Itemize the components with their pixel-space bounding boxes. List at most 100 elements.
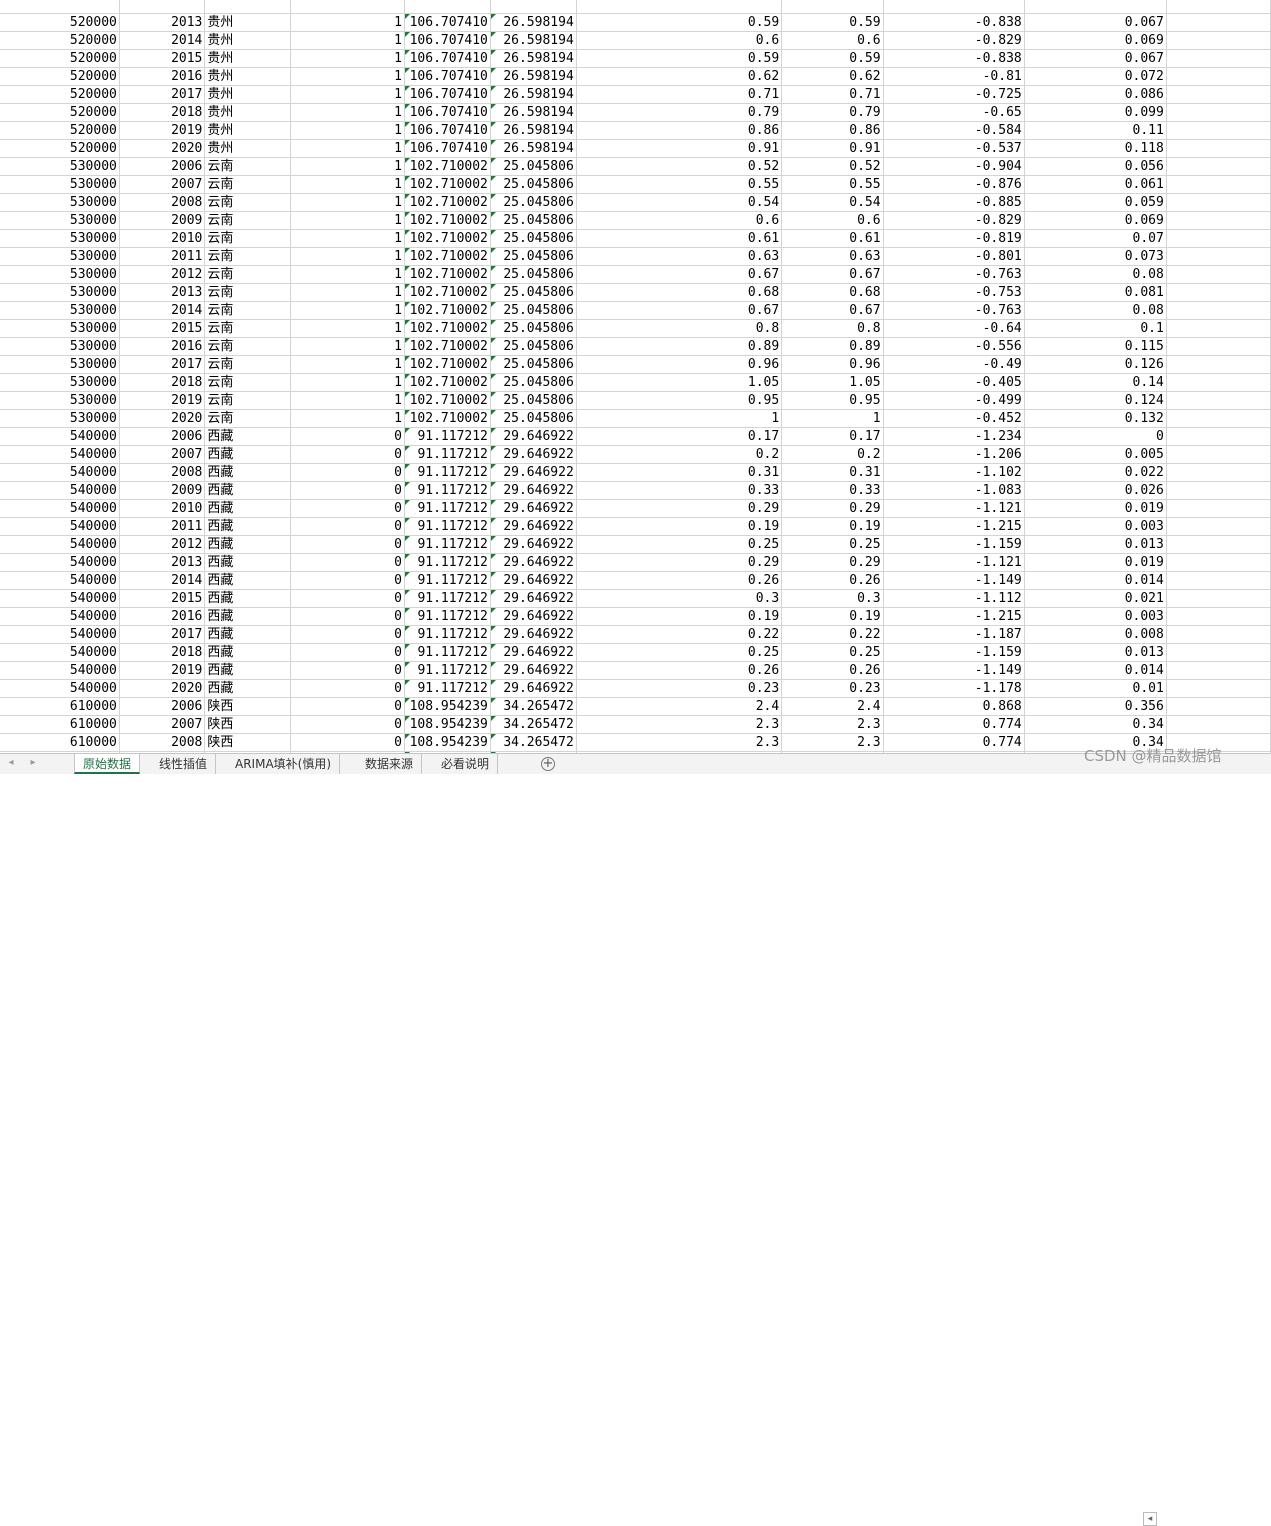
cell-v1[interactable]: 2.3 <box>576 715 783 734</box>
cell-flag[interactable]: 1 <box>290 139 405 158</box>
cell-v3[interactable]: -1.178 <box>883 679 1025 698</box>
cell-lat[interactable]: 25.045806 <box>490 229 577 248</box>
cell-v4[interactable]: 0.026 <box>1024 481 1167 500</box>
cell-v2[interactable]: 0.52 <box>781 157 884 176</box>
cell-lon[interactable]: 91.117212 <box>404 643 491 662</box>
cell-v4[interactable]: 0.118 <box>1024 139 1167 158</box>
cell-lat[interactable]: 29.646922 <box>490 607 577 626</box>
cell-lat[interactable]: 25.045806 <box>490 337 577 356</box>
cell-flag[interactable]: 0 <box>290 679 405 698</box>
cell-flag[interactable]: 1 <box>290 229 405 248</box>
cell-flag[interactable]: 1 <box>290 265 405 284</box>
cell-empty[interactable] <box>1166 625 1271 644</box>
cell-v4[interactable]: 0.061 <box>1024 175 1167 194</box>
sheet-tab-1[interactable]: 原始数据 <box>74 754 141 774</box>
cell-v3[interactable]: -0.65 <box>883 103 1025 122</box>
cell-province[interactable]: 云南 <box>204 175 291 194</box>
cell-empty[interactable] <box>1166 391 1271 410</box>
cell-empty[interactable] <box>1166 211 1271 230</box>
cell-lat[interactable]: 25.045806 <box>490 391 577 410</box>
cell-year[interactable]: 2008 <box>119 733 206 752</box>
cell-v3[interactable]: -0.81 <box>883 67 1025 86</box>
cell-v3[interactable]: -1.149 <box>883 571 1025 590</box>
add-sheet-icon[interactable]: + <box>541 757 555 771</box>
cell-code[interactable]: 520000 <box>0 139 120 158</box>
cell-empty[interactable] <box>1166 175 1271 194</box>
cell-v2[interactable]: 1.05 <box>781 373 884 392</box>
cell-year[interactable]: 2013 <box>119 553 206 572</box>
cell-province[interactable]: 西藏 <box>204 571 291 590</box>
cell-province[interactable]: 西藏 <box>204 643 291 662</box>
cell-v2[interactable]: 0.67 <box>781 265 884 284</box>
cell-lon[interactable]: 102.710002 <box>404 283 491 302</box>
cell-v2[interactable]: 0.8 <box>781 319 884 338</box>
cell-v1[interactable]: 0.52 <box>576 157 783 176</box>
cell-v3[interactable]: -0.753 <box>883 283 1025 302</box>
cell-v1[interactable]: 0.67 <box>576 301 783 320</box>
cell-lat[interactable]: 29.646922 <box>490 643 577 662</box>
cell-v4[interactable]: 0.34 <box>1024 715 1167 734</box>
cell-code[interactable]: 610000 <box>0 697 120 716</box>
cell-year[interactable]: 2020 <box>119 139 206 158</box>
cell-lat[interactable]: 29.646922 <box>490 463 577 482</box>
cell-v3[interactable]: -0.584 <box>883 121 1025 140</box>
cell-year[interactable]: 2011 <box>119 517 206 536</box>
cell-lat[interactable]: 29.646922 <box>490 553 577 572</box>
cell-province[interactable]: 云南 <box>204 301 291 320</box>
cell-code[interactable]: 530000 <box>0 265 120 284</box>
cell-year[interactable]: 2007 <box>119 445 206 464</box>
cell-lon[interactable]: 102.710002 <box>404 319 491 338</box>
cell-year[interactable]: 2016 <box>119 337 206 356</box>
sheet-tab-2[interactable]: 线性插值 <box>151 754 217 774</box>
cell-year[interactable]: 2010 <box>119 499 206 518</box>
cell-province[interactable]: 贵州 <box>204 121 291 140</box>
cell-v4[interactable]: 0.115 <box>1024 337 1167 356</box>
cell-lat[interactable]: 29.646922 <box>490 625 577 644</box>
cell-province[interactable]: 云南 <box>204 157 291 176</box>
cell-v3[interactable]: -0.819 <box>883 229 1025 248</box>
cell-v4[interactable]: 0.022 <box>1024 463 1167 482</box>
cell-lon[interactable]: 102.710002 <box>404 175 491 194</box>
cell-v3[interactable]: -0.537 <box>883 139 1025 158</box>
cell-v2[interactable]: 1 <box>781 409 884 428</box>
cell-v2[interactable]: 0.33 <box>781 481 884 500</box>
cell-lat[interactable]: 25.045806 <box>490 247 577 266</box>
cell-lon[interactable]: 91.117212 <box>404 517 491 536</box>
cell-lat[interactable]: 26.598194 <box>490 67 577 86</box>
cell-v1[interactable]: 0.17 <box>576 427 783 446</box>
cell-lon[interactable]: 102.710002 <box>404 211 491 230</box>
cell-v1[interactable]: 0.19 <box>576 517 783 536</box>
cell-v1[interactable]: 0.71 <box>576 85 783 104</box>
cell-v2[interactable]: 0.17 <box>781 427 884 446</box>
cell-v4[interactable]: 0.08 <box>1024 301 1167 320</box>
cell-lat[interactable]: 26.598194 <box>490 31 577 50</box>
cell-v4[interactable]: 0.14 <box>1024 373 1167 392</box>
cell-v2[interactable]: 2.3 <box>781 715 884 734</box>
cell-lon[interactable]: 102.710002 <box>404 247 491 266</box>
cell-flag[interactable]: 1 <box>290 247 405 266</box>
cell-v1[interactable]: 0.31 <box>576 463 783 482</box>
cell-lon[interactable]: 106.707410 <box>404 121 491 140</box>
cell-lon[interactable]: 91.117212 <box>404 427 491 446</box>
cell-empty[interactable] <box>1166 589 1271 608</box>
cell-v4[interactable]: 0.01 <box>1024 679 1167 698</box>
cell-province[interactable]: 西藏 <box>204 481 291 500</box>
cell-lat[interactable]: 29.646922 <box>490 427 577 446</box>
cell-lon[interactable]: 91.117212 <box>404 607 491 626</box>
cell-v3[interactable]: -0.829 <box>883 31 1025 50</box>
cell-v1[interactable]: 1 <box>576 409 783 428</box>
cell-v2[interactable]: 0.25 <box>781 535 884 554</box>
cell-v2[interactable]: 0.29 <box>781 553 884 572</box>
cell-province[interactable]: 云南 <box>204 193 291 212</box>
cell-v4[interactable]: 0.126 <box>1024 355 1167 374</box>
cell-lon[interactable]: 102.710002 <box>404 229 491 248</box>
cell-v3[interactable]: -1.187 <box>883 625 1025 644</box>
cell-lat[interactable]: 25.045806 <box>490 373 577 392</box>
cell-province[interactable]: 西藏 <box>204 553 291 572</box>
cell-v2[interactable]: 0.95 <box>781 391 884 410</box>
cell-year[interactable]: 2018 <box>119 643 206 662</box>
cell-lon[interactable]: 91.117212 <box>404 553 491 572</box>
cell-lon[interactable]: 102.710002 <box>404 157 491 176</box>
cell-code[interactable]: 530000 <box>0 373 120 392</box>
cell-empty[interactable] <box>1166 661 1271 680</box>
